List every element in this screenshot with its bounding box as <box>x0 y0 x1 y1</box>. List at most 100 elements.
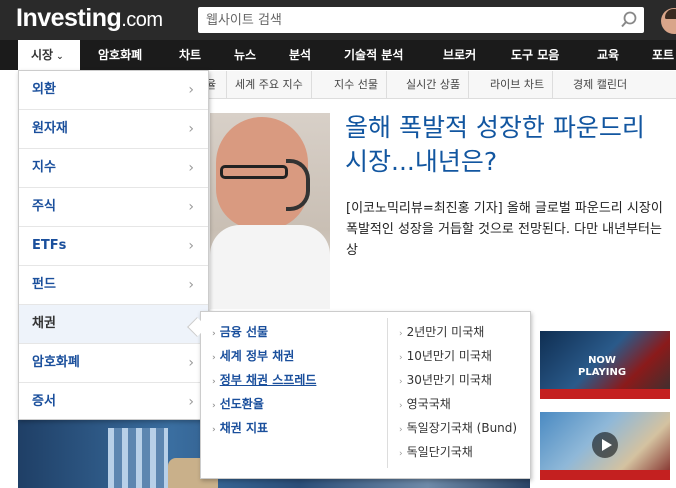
dropdown-item-label: ETFs <box>32 238 67 253</box>
chevron-right-icon: › <box>188 238 194 254</box>
dropdown-item-label: 외환 <box>32 82 56 97</box>
chevron-right-icon: › <box>399 353 403 363</box>
flyout-link-us-30y[interactable]: › 30년만기 미국채 <box>399 371 492 388</box>
photo-glasses <box>220 165 288 179</box>
nav-markets[interactable]: 시장 ⌄ <box>18 40 80 70</box>
flyout-link-financial-futures[interactable]: › 금융 선물 <box>212 323 268 340</box>
subnav-index-futures[interactable]: 지수 선물 <box>326 71 387 98</box>
nav-technical[interactable]: 기술적 분석 <box>344 40 403 70</box>
dropdown-item-label: 지수 <box>32 160 56 175</box>
chevron-right-icon: › <box>399 425 403 435</box>
nav-markets-label: 시장 <box>31 48 54 62</box>
flyout-link-label: 세계 정부 채권 <box>219 349 295 363</box>
sub-nav: 율 세계 주요 지수 지수 선물 실시간 상품 라이브 차트 경제 캘린더 <box>200 71 676 99</box>
chevron-right-icon: › <box>212 425 216 435</box>
article-summary: [이코노믹리뷰=최진홍 기자] 올해 글로벌 파운드리 시장이 폭발적인 성장을… <box>346 201 663 258</box>
flyout-link-bund[interactable]: › 독일장기국채 (Bund) <box>399 419 517 436</box>
top-bar: Investing.com <box>0 0 676 40</box>
flyout-link-label: 10년만기 미국채 <box>406 349 492 363</box>
flyout-link-label: 정부 채권 스프레드 <box>219 373 317 387</box>
dropdown-item-funds[interactable]: 펀드 › <box>19 266 208 305</box>
video-thumbnail[interactable]: NOW PLAYING <box>540 331 670 399</box>
logo-text: Investing <box>16 4 122 32</box>
dropdown-item-indices[interactable]: 지수 › <box>19 149 208 188</box>
nav-tools[interactable]: 도구 모음 <box>511 40 559 70</box>
flyout-link-gov-bond-spreads[interactable]: › 정부 채권 스프레드 <box>212 371 316 388</box>
search-icon[interactable] <box>620 11 638 29</box>
flyout-link-schatz[interactable]: › 독일단기국채 <box>399 443 473 460</box>
search-box <box>198 7 644 33</box>
flyout-link-world-gov-bonds[interactable]: › 세계 정부 채권 <box>212 347 294 364</box>
dropdown-item-etfs[interactable]: ETFs › <box>19 227 208 266</box>
nav-crypto[interactable]: 암호화폐 <box>98 40 142 70</box>
chevron-right-icon: › <box>188 394 194 410</box>
chevron-right-icon: › <box>212 377 216 387</box>
now-playing-line1: NOW <box>588 355 616 366</box>
article-headline[interactable]: 올해 폭발적 성장한 파운드리 시장...내년은? <box>345 111 675 179</box>
subnav-commodities[interactable]: 실시간 상품 <box>398 71 470 98</box>
photo-headset <box>286 159 310 211</box>
markets-dropdown: 외환 › 원자재 › 지수 › 주식 › ETFs › 펀드 › 채권 암호화폐 › 증서 › <box>18 70 209 420</box>
nav-analysis[interactable]: 분석 <box>289 40 311 70</box>
video-ticker <box>540 389 670 399</box>
flyout-link-forward-rates[interactable]: › 선도환율 <box>212 395 264 412</box>
chevron-right-icon: › <box>188 355 194 371</box>
chevron-right-icon: › <box>188 277 194 293</box>
chevron-right-icon: › <box>188 199 194 215</box>
video-thumbnail[interactable] <box>540 412 670 480</box>
dropdown-item-certificates[interactable]: 증서 › <box>19 383 208 422</box>
flyout-link-label: 독일장기국채 (Bund) <box>406 421 518 435</box>
chevron-right-icon: › <box>212 329 216 339</box>
dropdown-item-label: 암호화폐 <box>32 355 80 370</box>
flyout-link-label: 30년만기 미국채 <box>406 373 492 387</box>
article-photo[interactable] <box>210 113 330 309</box>
chevron-right-icon: › <box>399 449 403 459</box>
dropdown-item-label: 펀드 <box>32 277 56 292</box>
logo-suffix: .com <box>121 9 163 31</box>
nav-charts[interactable]: 차트 <box>179 40 201 70</box>
dropdown-item-label: 원자재 <box>32 121 68 136</box>
image-building <box>108 428 168 488</box>
flyout-link-label: 선도환율 <box>219 397 264 411</box>
flyout-link-us-10y[interactable]: › 10년만기 미국채 <box>399 347 492 364</box>
dropdown-item-stocks[interactable]: 주식 › <box>19 188 208 227</box>
nav-brokers[interactable]: 브로커 <box>443 40 476 70</box>
page: Investing.com 시장⌄ 암호화폐 차트 뉴스 분석 기술적 분석 브… <box>0 0 676 488</box>
photo-shirt <box>210 225 330 309</box>
flyout-link-label: 독일단기국채 <box>406 445 473 459</box>
flyout-link-label: 채권 지표 <box>219 421 269 435</box>
dropdown-item-crypto[interactable]: 암호화폐 › <box>19 344 208 383</box>
flyout-link-label: 영국국채 <box>406 397 451 411</box>
subnav-world-indices[interactable]: 세계 주요 지수 <box>227 71 312 98</box>
bonds-flyout: › 금융 선물 › 세계 정부 채권 › 정부 채권 스프레드 › 선도환율 › 채권 지… <box>200 311 531 479</box>
user-avatar[interactable] <box>661 8 676 34</box>
flyout-divider <box>387 318 388 468</box>
flyout-link-label: 2년만기 미국채 <box>406 325 485 339</box>
now-playing-line2: PLAYING <box>578 367 627 378</box>
subnav-live-charts[interactable]: 라이브 차트 <box>482 71 554 98</box>
flyout-link-bond-indices[interactable]: › 채권 지표 <box>212 419 268 436</box>
chevron-right-icon: › <box>399 377 403 387</box>
flyout-link-uk-gilts[interactable]: › 영국국채 <box>399 395 451 412</box>
dropdown-item-label: 주식 <box>32 199 56 214</box>
flyout-link-label: 금융 선물 <box>219 325 269 339</box>
now-playing-label: NOW PLAYING <box>578 355 626 379</box>
main-nav: 시장 ⌄ 암호화폐 차트 뉴스 분석 기술적 분석 브로커 도구 모음 교육 포트 <box>0 40 676 70</box>
dropdown-item-commodities[interactable]: 원자재 › <box>19 110 208 149</box>
nav-news[interactable]: 뉴스 <box>234 40 256 70</box>
dropdown-item-label: 채권 <box>32 316 56 331</box>
video-ticker <box>540 470 670 480</box>
chevron-right-icon: › <box>399 401 403 411</box>
chevron-right-icon: › <box>188 160 194 176</box>
play-icon[interactable] <box>592 432 618 458</box>
subnav-economic-calendar[interactable]: 경제 캘린더 <box>565 71 635 98</box>
chevron-right-icon: › <box>212 353 216 363</box>
dropdown-item-bonds[interactable]: 채권 <box>19 305 208 344</box>
dropdown-item-label: 증서 <box>32 394 56 409</box>
search-input[interactable] <box>206 7 606 33</box>
nav-education[interactable]: 교육 <box>597 40 619 70</box>
investing-logo[interactable]: Investing.com <box>16 4 163 33</box>
nav-portfolio[interactable]: 포트 <box>652 40 674 70</box>
dropdown-item-forex[interactable]: 외환 › <box>19 71 208 110</box>
flyout-link-us-2y[interactable]: › 2년만기 미국채 <box>399 323 484 340</box>
